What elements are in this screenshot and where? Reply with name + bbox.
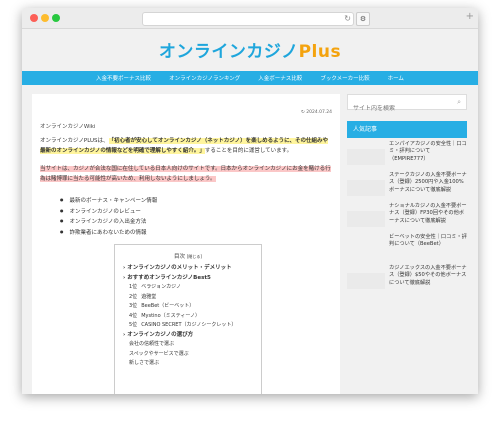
thumbnail [347, 273, 385, 289]
table-of-contents: 目次 [閉じる] オンラインカジノのメリット・デメリット おすすめオンラインカジ… [114, 244, 262, 394]
thumbnail [347, 149, 385, 165]
rank-number: 4位 [129, 312, 138, 319]
popular-heading: 人気記事 [347, 121, 467, 138]
list-item: オンラインカジノの入出金方法 [60, 217, 157, 228]
toc-toggle[interactable]: [閉じる] [187, 254, 202, 259]
post-date-text: 2024.07.24 [306, 110, 332, 115]
popular-item-title[interactable]: エンパイアカジノの安全性｜口コミ・評判について（EMPIRE777） [389, 141, 467, 172]
toc-title-text: 目次 [174, 254, 186, 260]
reload-icon[interactable]: ↻ [344, 14, 351, 23]
intro-paragraph: オンラインカジノPLUSは、「初心者が安心してオンラインカジノ（ネットカジノ）を… [40, 136, 332, 156]
list-item: 詐欺業者にあわないための情報 [60, 228, 157, 239]
toc-subitem[interactable]: 4位 Mystino（ミスティーノ） [123, 312, 261, 322]
search-icon[interactable]: ⌕ [457, 98, 461, 107]
page-content: ↻ 2024.07.24 オンラインカジノWiki オンラインカジノPLUSは、… [22, 85, 478, 394]
popular-item-title[interactable]: カジノエックスの入金不要ボーナス（登録）$50やその他ボーナスについて徹底解説 [389, 265, 467, 296]
site-header: オンラインカジノPlus [22, 29, 478, 71]
thumbnail [347, 180, 385, 196]
logo-plus: Plus [298, 42, 342, 62]
rank-name: CASINO SECRET（カジノシークレット） [141, 322, 237, 328]
toc-subitem[interactable]: 5位 CASINO SECRET（カジノシークレット） [123, 321, 261, 331]
toc-subitem[interactable]: スペックやサービスで選ぶ [123, 350, 261, 360]
rank-number: 3位 [129, 303, 138, 309]
feature-list: 最新のボーナス・キャンペーン情報 オンラインカジノのレビュー オンラインカジノの… [60, 196, 158, 239]
popular-item[interactable]: カジノエックスの入金不要ボーナス（登録）$50やその他ボーナスについて徹底解説 [347, 265, 467, 296]
toc-subitem[interactable]: 会社の信頼性で選ぶ [123, 340, 261, 350]
toc-title: 目次 [閉じる] [115, 252, 261, 260]
toc-subitem[interactable]: 2位 遊雅堂 [123, 293, 261, 303]
rank-number: 2位 [129, 293, 138, 300]
logo-text: オンラインカジノ [158, 42, 299, 62]
toc-list: オンラインカジノのメリット・デメリット おすすめオンラインカジノBest5 1位… [123, 264, 261, 369]
notice-paragraph: 当サイトは、カジノが合法な国に在住している日本人向けのサイトです。日本からオンラ… [40, 164, 332, 184]
sidebar-search: ⌕ [347, 94, 467, 112]
main-article: ↻ 2024.07.24 オンラインカジノWiki オンラインカジノPLUSは、… [32, 94, 340, 394]
popular-item[interactable]: エンパイアカジノの安全性｜口コミ・評判について（EMPIRE777） [347, 141, 467, 172]
nav-item-bookmaker[interactable]: ブックメーカー比較 [320, 74, 369, 82]
new-tab-icon[interactable]: + [466, 11, 474, 22]
toc-subitem[interactable]: 3位 BeeBet（ビーベット） [123, 302, 261, 312]
settings-icon[interactable]: ⚙ [356, 12, 370, 26]
intro-prefix: オンラインカジノPLUSは、 [40, 138, 109, 144]
popular-item[interactable]: ナショナルカジノの入金不要ボーナス（登録）FP30回やその他ボーナスについて徹底… [347, 203, 467, 234]
close-window-button[interactable] [30, 14, 38, 22]
popular-item-title[interactable]: ナショナルカジノの入金不要ボーナス（登録）FP30回やその他ボーナスについて徹底… [389, 203, 467, 234]
post-date: ↻ 2024.07.24 [301, 110, 332, 115]
search-input[interactable] [353, 105, 443, 112]
address-bar[interactable]: ↻ [142, 12, 354, 26]
minimize-window-button[interactable] [41, 14, 49, 22]
notice-text: 当サイトは、カジノが合法な国に在住している日本人向けのサイトです。日本からオンラ… [40, 166, 331, 182]
list-item: 最新のボーナス・キャンペーン情報 [60, 196, 158, 207]
popular-item[interactable]: ステークカジノの入金不要ボーナス（登録）2500円や入金100%ボーナスについて… [347, 172, 467, 203]
browser-titlebar: ↻ ⚙ + [22, 8, 478, 29]
popular-item-title[interactable]: ビーベットの安全性｜口コミ・評判について（BeeBet） [389, 234, 467, 265]
toc-subitem[interactable]: 新しさで選ぶ [123, 359, 261, 369]
rank-name: Mystino（ミスティーノ） [141, 312, 201, 319]
toc-item[interactable]: オンラインカジノの選び方 [123, 331, 261, 341]
intro-suffix: することを目的に運営しています。 [204, 148, 293, 154]
browser-window: ↻ ⚙ + オンラインカジノPlus 入金不要ボーナス比較 オンラインカジノラン… [22, 8, 478, 394]
rank-number: 1位 [129, 284, 138, 290]
breadcrumb[interactable]: オンラインカジノWiki [40, 122, 95, 130]
popular-list: エンパイアカジノの安全性｜口コミ・評判について（EMPIRE777） ステークカ… [347, 141, 467, 296]
global-nav: 入金不要ボーナス比較 オンラインカジノランキング 入金ボーナス比較 ブックメーカ… [22, 71, 478, 85]
thumbnail [347, 211, 385, 227]
rank-name: 遊雅堂 [141, 293, 157, 300]
toc-item[interactable]: オンラインカジノのメリット・デメリット [123, 264, 261, 274]
list-item: オンラインカジノのレビュー [60, 207, 157, 218]
popular-item[interactable]: ビーベットの安全性｜口コミ・評判について（BeeBet） [347, 234, 467, 265]
rank-number: 5位 [129, 322, 138, 328]
rank-name: ベラジョンカジノ [141, 284, 181, 290]
nav-item-deposit-bonus[interactable]: 入金ボーナス比較 [258, 74, 302, 82]
rank-name: BeeBet（ビーベット） [141, 303, 195, 309]
nav-item-casino-ranking[interactable]: オンラインカジノランキング [169, 74, 240, 82]
maximize-window-button[interactable] [52, 14, 60, 22]
toc-item[interactable]: おすすめオンラインカジノBest5 [123, 274, 261, 284]
site-logo[interactable]: オンラインカジノPlus [159, 37, 341, 62]
nav-item-no-deposit-bonus[interactable]: 入金不要ボーナス比較 [96, 74, 151, 82]
nav-item-home[interactable]: ホーム [388, 74, 404, 82]
popular-item-title[interactable]: ステークカジノの入金不要ボーナス（登録）2500円や入金100%ボーナスについて… [389, 172, 467, 203]
toc-subitem[interactable]: 1位 ベラジョンカジノ [123, 283, 261, 293]
